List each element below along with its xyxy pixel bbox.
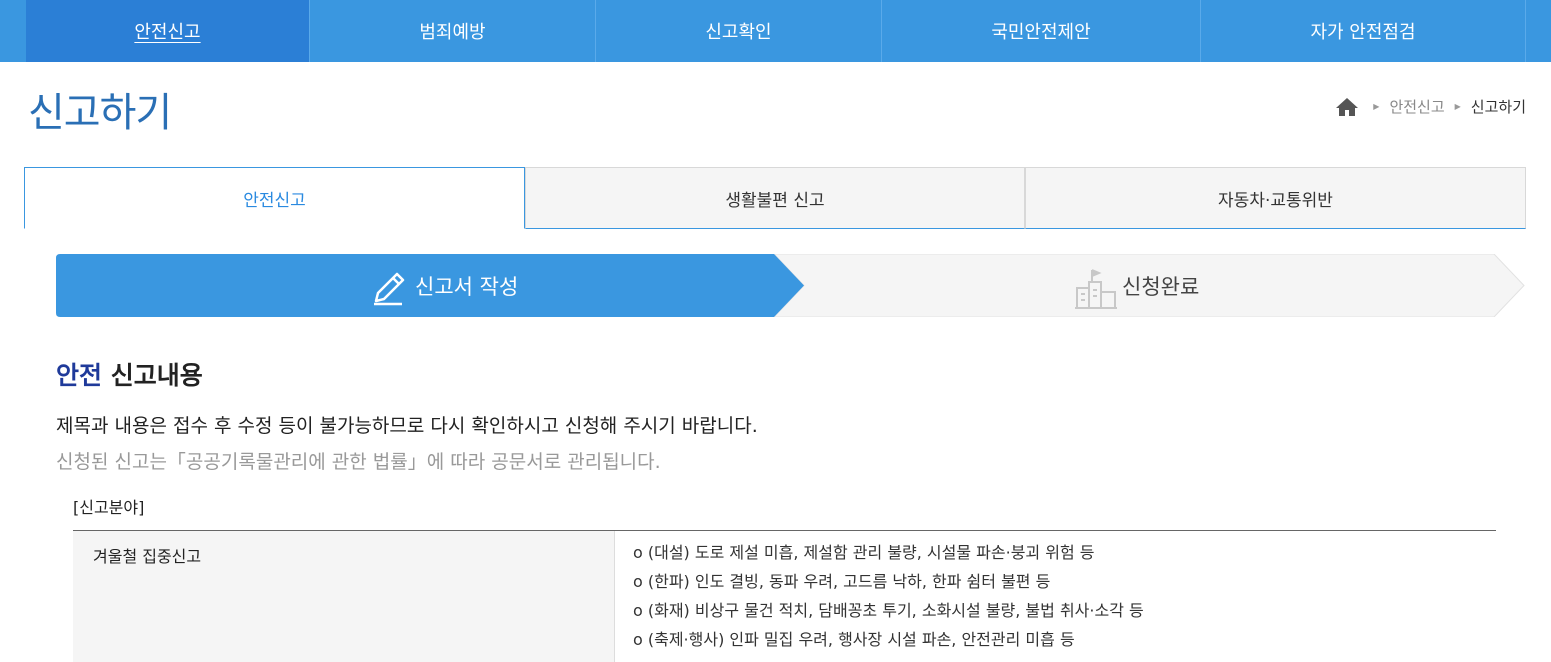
report-type-tabs: 안전신고 생활불편 신고 자동차·교통위반 — [24, 167, 1526, 229]
home-icon[interactable] — [1335, 97, 1359, 117]
tab-vehicle-traffic[interactable]: 자동차·교통위반 — [1025, 167, 1526, 229]
breadcrumb-separator-icon: ▶ — [1373, 102, 1380, 111]
step-complete-label: 신청완료 — [1122, 274, 1200, 299]
nav-item-safety-report[interactable]: 안전신고 — [26, 0, 310, 62]
nav-item-safety-proposal[interactable]: 국민안전제안 — [882, 0, 1201, 62]
steps-background — [56, 254, 1525, 317]
tab-living-inconvenience[interactable]: 생활불편 신고 — [525, 167, 1025, 229]
notice-secondary: 신청된 신고는「공공기록물관리에 관한 법률」에 따라 공문서로 관리됩니다. — [56, 451, 661, 473]
tab-safety-report[interactable]: 안전신고 — [24, 167, 525, 229]
nav-item-report-check[interactable]: 신고확인 — [596, 0, 882, 62]
category-description-line: o (한파) 인도 결빙, 동파 우려, 고드름 낙하, 한파 쉼터 불편 등 — [633, 572, 1051, 591]
report-category-label: [신고분야] — [73, 498, 145, 517]
section-title-rest: 신고내용 — [102, 361, 203, 390]
nav-left-edge — [0, 0, 26, 62]
section-title: 안전 신고내용 — [56, 356, 203, 392]
breadcrumb-separator-icon: ▶ — [1454, 102, 1461, 111]
breadcrumb: ▶ 안전신고 ▶ 신고하기 — [1335, 96, 1526, 117]
step-write-report-label: 신고서 작성 — [415, 274, 519, 299]
nav-item-self-check[interactable]: 자가 안전점검 — [1201, 0, 1526, 62]
top-navigation: 안전신고 범죄예방 신고확인 국민안전제안 자가 안전점검 — [0, 0, 1551, 62]
nav-right-edge — [1526, 0, 1551, 62]
progress-steps: 신고서 작성 신청완료 — [56, 254, 1526, 317]
section-title-accent: 안전 — [56, 361, 103, 390]
category-description-line: o (화재) 비상구 물건 적치, 담배꽁초 투기, 소화시설 불량, 불법 취… — [633, 601, 1144, 620]
category-description-line: o (축제·행사) 인파 밀집 우려, 행사장 시설 파손, 안전관리 미흡 등 — [633, 630, 1075, 649]
category-table: 겨울철 집중신고 o (대설) 도로 제설 미흡, 제설함 관리 불량, 시설물… — [73, 530, 1496, 662]
page-title: 신고하기 — [28, 90, 172, 136]
notice-primary: 제목과 내용은 접수 후 수정 등이 불가능하므로 다시 확인하시고 신청해 주… — [56, 415, 758, 437]
category-description-line: o (대설) 도로 제설 미흡, 제설함 관리 불량, 시설물 파손·붕괴 위험… — [633, 543, 1095, 562]
breadcrumb-item-safety-report[interactable]: 안전신고 — [1389, 96, 1444, 117]
breadcrumb-item-current: 신고하기 — [1470, 98, 1526, 116]
category-description: o (대설) 도로 제설 미흡, 제설함 관리 불량, 시설물 파손·붕괴 위험… — [615, 531, 1496, 662]
category-name[interactable]: 겨울철 집중신고 — [73, 531, 615, 662]
nav-item-crime-prevention[interactable]: 범죄예방 — [310, 0, 596, 62]
